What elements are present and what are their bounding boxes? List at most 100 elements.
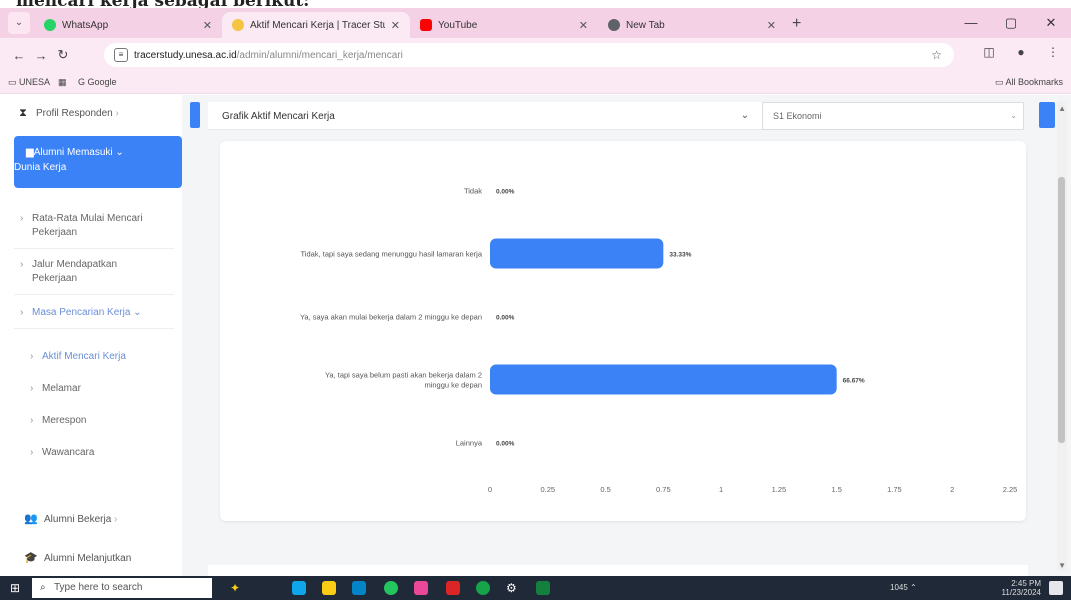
tab-new-tab[interactable]: New Tab ✕ (598, 12, 786, 38)
sidebar-sub-masa-pencarian[interactable]: › Masa Pencarian Kerja ⌄ (20, 306, 170, 320)
clock[interactable]: 2:45 PM 11/23/2024 (1002, 579, 1041, 597)
apps-grid-icon[interactable]: ▦ (58, 77, 67, 88)
bullet-icon: › (30, 351, 34, 362)
taskbar-search-input[interactable]: ⌕ Type here to search (32, 578, 212, 598)
sidebar-sub-jalur[interactable]: › Jalur Mendapatkan Pekerjaan (20, 258, 170, 286)
select-arrow-icon: ⌄ (1010, 111, 1017, 120)
sidebar-item-alumni-memasuki-dunia-kerja[interactable]: ▆Alumni Memasuki ⌄ Dunia Kerja (14, 136, 182, 188)
x-tick-label: 0 (488, 485, 492, 494)
back-arrow-icon[interactable]: ← (8, 48, 30, 63)
bullet-icon: › (30, 383, 34, 394)
sidebar-item-profil-responden[interactable]: ⧗ Profil Responden › (16, 107, 198, 120)
bookmark-google[interactable]: G Google (78, 77, 117, 87)
edge-icon[interactable] (292, 581, 306, 595)
bullet-icon: › (30, 415, 34, 426)
program-select[interactable]: S1 Ekonomi ⌄ (762, 102, 1024, 130)
windows-start-icon[interactable]: ⊞ (10, 581, 24, 595)
sub-label: Wawancara (42, 447, 95, 458)
tab-search-icon[interactable]: ⌄ (8, 12, 30, 34)
close-icon[interactable]: ✕ (203, 19, 212, 32)
maximize-icon[interactable]: ▢ (991, 8, 1031, 38)
sub-label: Melamar (42, 383, 81, 394)
tab-title: WhatsApp (62, 19, 109, 31)
main-content: Grafik Aktif Mencari Kerja ⌄ S1 Ekonomi … (182, 95, 1071, 577)
tab-whatsapp[interactable]: WhatsApp ✕ (34, 12, 222, 38)
x-tick-label: 1.75 (887, 485, 902, 494)
chrome-profile-icon[interactable] (476, 581, 490, 595)
sub-label: Aktif Mencari Kerja (42, 351, 126, 362)
sidebar-subsub-melamar[interactable]: › Melamar (30, 382, 180, 396)
chart-card: Tidak 0.00% Tidak, tapi saya sedang menung… (220, 141, 1026, 521)
data-label: 0.00% (496, 189, 515, 196)
mail-icon[interactable] (352, 581, 366, 595)
sidebar-subsub-aktif-mencari-kerja[interactable]: › Aktif Mencari Kerja (30, 350, 180, 364)
bookmark-star-icon[interactable]: ☆ (931, 48, 942, 62)
sidebar-item-label: Alumni Memasuki (33, 147, 113, 158)
store-icon[interactable] (414, 581, 428, 595)
sidebar-subsub-merespon[interactable]: › Merespon (30, 414, 180, 428)
close-icon[interactable]: ✕ (767, 19, 776, 32)
search-icon: ⌕ (40, 582, 46, 593)
file-explorer-icon[interactable] (322, 581, 336, 595)
app-icon[interactable] (446, 581, 460, 595)
chrome-icon[interactable] (384, 581, 398, 595)
close-icon[interactable]: ✕ (579, 19, 588, 32)
divider (14, 248, 174, 249)
all-bookmarks[interactable]: ▭ All Bookmarks (995, 77, 1063, 88)
url-path: /admin/alumni/mencari_kerja/mencari (236, 49, 403, 61)
sub-label: Jalur Mendapatkan (32, 259, 118, 270)
tracer-study-icon (232, 19, 244, 31)
weather-sparkle-icon[interactable]: ✦ (230, 581, 252, 595)
site-info-icon[interactable]: ≡ (114, 48, 128, 62)
sidebar-subsub-wawancara[interactable]: › Wawancara (30, 446, 180, 460)
bullet-icon: › (20, 259, 24, 270)
sidebar-item-alumni-melanjutkan[interactable]: 🎓 Alumni Melanjutkan (24, 551, 206, 564)
weather-widget[interactable]: 1045 ⌃ (890, 583, 917, 592)
toolbar-right: ◫ ● ⋮ (979, 45, 1063, 59)
url-host: tracerstudy.unesa.ac.id (134, 49, 237, 61)
close-icon[interactable]: ✕ (391, 19, 400, 32)
bar (490, 364, 837, 395)
scroll-up-icon[interactable]: ▲ (1058, 104, 1066, 113)
y-tick-label: Ya, tapi saya belum pasti akan bekerja d… (325, 371, 482, 390)
tab-youtube[interactable]: YouTube ✕ (410, 12, 598, 38)
url-bar[interactable]: ≡ tracerstudy.unesa.ac.id/admin/alumni/m… (104, 43, 954, 67)
window-close-icon[interactable]: ✕ (1031, 8, 1071, 38)
sidebar-item-label: Dunia Kerja (14, 162, 67, 173)
y-tick-label: Tidak, tapi saya sedang menunggu hasil l… (301, 250, 483, 259)
sidebar-item-alumni-bekerja[interactable]: 👥 Alumni Bekerja › (24, 512, 206, 525)
scrollbar-thumb[interactable] (1058, 177, 1065, 443)
profile-avatar-icon[interactable]: ● (1011, 45, 1031, 59)
new-tab-plus-icon[interactable]: + (792, 15, 801, 33)
forward-arrow-icon[interactable]: → (30, 48, 52, 63)
sidebar-sub-rata-rata[interactable]: › Rata-Rata Mulai Mencari Pekerjaan (20, 212, 170, 240)
reload-icon[interactable]: ↻ (52, 47, 74, 63)
menu-kebab-icon[interactable]: ⋮ (1043, 45, 1063, 59)
chrome-icon (608, 19, 620, 31)
x-tick-label: 2.25 (1003, 485, 1018, 494)
divider (14, 328, 174, 329)
accent-block (190, 102, 200, 128)
notification-icon[interactable] (1049, 581, 1063, 595)
clock-date: 11/23/2024 (1001, 588, 1041, 597)
scroll-down-icon[interactable]: ▼ (1058, 561, 1066, 570)
minimize-icon[interactable]: — (951, 8, 991, 38)
extensions-icon[interactable]: ◫ (979, 45, 999, 59)
excel-icon[interactable] (536, 581, 550, 595)
sub-label: Rata-Rata Mulai Mencari (32, 213, 143, 224)
chevron-right-icon: › (114, 514, 118, 525)
bookmark-unesa[interactable]: ▭ UNESA (8, 77, 50, 88)
y-tick-label: Lainnya (456, 439, 483, 448)
people-icon: 👥 (24, 513, 38, 525)
collapse-chevron-icon[interactable]: ⌄ (728, 102, 762, 130)
youtube-icon (420, 19, 432, 31)
x-tick-label: 1.5 (831, 485, 841, 494)
tab-aktif-mencari-kerja[interactable]: Aktif Mencari Kerja | Tracer Stu... ✕ (222, 12, 410, 38)
sub-label: Pekerjaan (32, 273, 78, 284)
settings-gear-icon[interactable]: ⚙ (506, 581, 520, 595)
tab-title: Aktif Mencari Kerja | Tracer Stu... (250, 19, 385, 31)
y-tick-label: Ya, saya akan mulai bekerja dalam 2 ming… (300, 313, 482, 322)
sidebar-item-label: Alumni Bekerja (44, 514, 112, 525)
window-controls: — ▢ ✕ (951, 8, 1071, 38)
chart-card-header: Grafik Aktif Mencari Kerja (208, 102, 728, 130)
